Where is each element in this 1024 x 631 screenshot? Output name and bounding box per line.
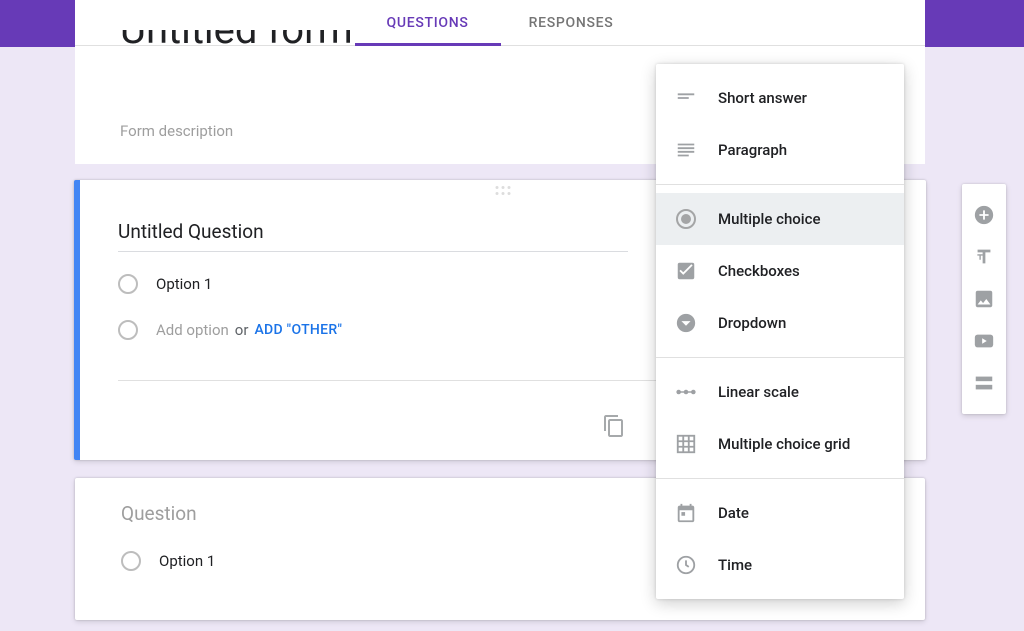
dropdown-icon	[674, 311, 698, 335]
type-checkboxes[interactable]: Checkboxes	[656, 245, 904, 297]
or-text: or	[235, 321, 249, 339]
type-label: Date	[718, 504, 749, 522]
type-dropdown[interactable]: Dropdown	[656, 297, 904, 349]
type-date[interactable]: Date	[656, 487, 904, 539]
form-description-input[interactable]: Form description	[120, 122, 233, 140]
type-label: Time	[718, 556, 752, 574]
tab-responses[interactable]: RESPONSES	[527, 0, 616, 45]
add-question-button[interactable]	[962, 194, 1006, 236]
grid-icon	[674, 432, 698, 456]
type-label: Multiple choice	[718, 210, 820, 228]
type-time[interactable]: Time	[656, 539, 904, 591]
question-type-dropdown: Short answer Paragraph Multiple choice C…	[656, 64, 904, 599]
short-answer-icon	[674, 86, 698, 110]
add-other-link[interactable]: ADD "OTHER"	[254, 322, 342, 338]
floating-toolbar	[962, 184, 1006, 414]
type-short-answer[interactable]: Short answer	[656, 72, 904, 124]
add-image-button[interactable]	[962, 278, 1006, 320]
checkbox-icon	[674, 259, 698, 283]
drag-handle-icon[interactable]	[496, 186, 511, 195]
paragraph-icon	[674, 138, 698, 162]
type-label: Short answer	[718, 89, 807, 107]
add-option-placeholder[interactable]: Add option	[156, 321, 229, 339]
type-grid[interactable]: Multiple choice grid	[656, 418, 904, 470]
add-option-row: Add option or ADD "OTHER"	[118, 320, 342, 340]
add-title-button[interactable]	[962, 236, 1006, 278]
calendar-icon	[674, 501, 698, 525]
radio-icon	[118, 320, 138, 340]
clock-icon	[674, 553, 698, 577]
type-multiple-choice[interactable]: Multiple choice	[656, 193, 904, 245]
type-linear-scale[interactable]: Linear scale	[656, 366, 904, 418]
add-section-button[interactable]	[962, 362, 1006, 404]
form-title[interactable]: Untitled form	[120, 30, 353, 62]
type-label: Checkboxes	[718, 262, 800, 280]
option-row: Option 1	[118, 274, 212, 294]
divider	[656, 184, 904, 185]
type-label: Linear scale	[718, 383, 799, 401]
type-label: Dropdown	[718, 314, 786, 332]
type-label: Multiple choice grid	[718, 435, 850, 453]
divider	[656, 478, 904, 479]
linear-scale-icon	[674, 380, 698, 404]
duplicate-icon[interactable]	[602, 414, 626, 438]
radio-icon	[121, 551, 141, 571]
tab-questions[interactable]: QUESTIONS	[385, 0, 471, 45]
type-label: Paragraph	[718, 141, 787, 159]
option-text: Option 1	[159, 552, 215, 570]
radio-icon	[118, 274, 138, 294]
divider	[656, 357, 904, 358]
question-title-input[interactable]	[118, 220, 628, 252]
add-video-button[interactable]	[962, 320, 1006, 362]
radio-selected-icon	[674, 207, 698, 231]
type-paragraph[interactable]: Paragraph	[656, 124, 904, 176]
option-text[interactable]: Option 1	[156, 275, 212, 293]
